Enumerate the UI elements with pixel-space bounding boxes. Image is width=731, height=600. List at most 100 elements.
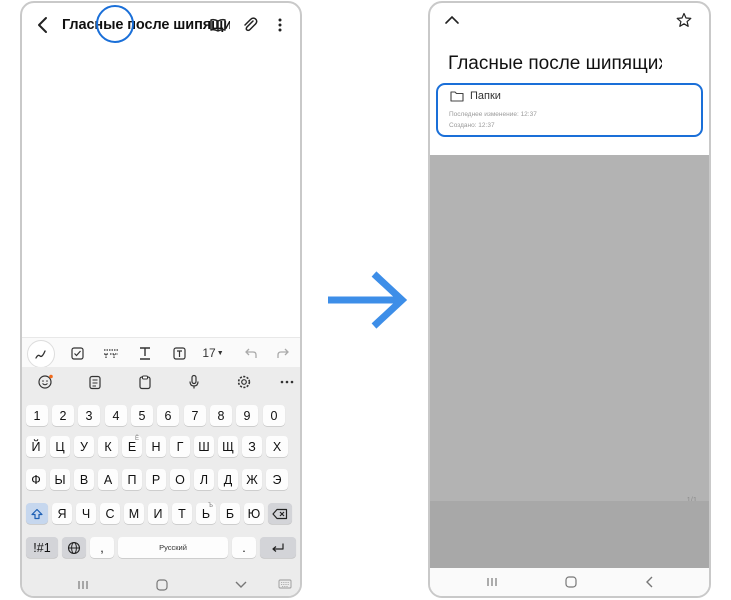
key-л[interactable]: Л	[194, 469, 214, 490]
key-ю[interactable]: Ю	[244, 503, 264, 524]
key-х[interactable]: Х	[266, 436, 288, 457]
text-format-icon[interactable]	[134, 338, 156, 368]
key-9[interactable]: 9	[236, 405, 258, 426]
note-title[interactable]: Гласные после шипящих	[62, 17, 230, 33]
key-ш[interactable]: Ш	[194, 436, 214, 457]
key-ж[interactable]: Ж	[242, 469, 262, 490]
navigation-bar	[22, 572, 300, 596]
text-box-icon[interactable]	[168, 338, 190, 368]
globe-icon	[67, 541, 81, 554]
font-size-selector[interactable]: 17 ▼	[198, 338, 228, 368]
key-ы[interactable]: Ы	[50, 469, 70, 490]
shift-key[interactable]	[26, 503, 48, 524]
enter-key[interactable]	[260, 537, 296, 558]
home-icon[interactable]	[564, 575, 578, 589]
emoji-icon[interactable]	[34, 372, 56, 392]
mic-icon[interactable]	[183, 372, 205, 392]
created-time: Создано: 12:37	[449, 122, 495, 129]
key-р[interactable]: Р	[146, 469, 166, 490]
keyboard: 1 2 3 4 5 6 7 8 9 0 Й Ц У К ЕЁ Н Г Ш Щ З…	[22, 367, 300, 596]
key-о[interactable]: О	[170, 469, 190, 490]
checkbox-icon[interactable]	[66, 338, 88, 368]
recents-icon[interactable]	[486, 577, 498, 587]
keyboard-hide-icon[interactable]	[234, 580, 248, 590]
enter-icon	[272, 543, 284, 552]
key-7[interactable]: 7	[184, 405, 206, 426]
recents-icon[interactable]	[77, 580, 89, 590]
redo-icon[interactable]	[272, 338, 294, 368]
key-я[interactable]: Я	[52, 503, 72, 524]
clipboard-icon[interactable]	[84, 372, 106, 392]
settings-icon[interactable]	[233, 372, 255, 392]
star-icon[interactable]	[676, 12, 692, 28]
key-е[interactable]: ЕЁ	[122, 436, 142, 457]
book-icon[interactable]	[208, 15, 228, 35]
key-м[interactable]: М	[124, 503, 144, 524]
key-0[interactable]: 0	[263, 405, 285, 426]
key-ъ-hint: Ъ	[208, 503, 213, 509]
key-4[interactable]: 4	[105, 405, 127, 426]
comma-key[interactable]: ,	[90, 537, 114, 558]
keyboard-paste-icon[interactable]	[134, 372, 156, 392]
modified-time: Последнее изменение: 12:37	[449, 111, 537, 118]
key-2[interactable]: 2	[52, 405, 74, 426]
home-icon[interactable]	[155, 578, 169, 592]
key-т[interactable]: Т	[172, 503, 192, 524]
shift-icon	[31, 508, 43, 519]
transition-arrow-icon	[328, 271, 408, 329]
key-г[interactable]: Г	[170, 436, 190, 457]
period-key[interactable]: .	[232, 537, 256, 558]
symbols-key[interactable]: !#1	[26, 537, 58, 558]
chevron-up-icon[interactable]	[444, 14, 460, 26]
key-с[interactable]: С	[100, 503, 120, 524]
key-ф[interactable]: Ф	[26, 469, 46, 490]
key-ч[interactable]: Ч	[76, 503, 96, 524]
note-body[interactable]	[22, 47, 300, 337]
folder-icon	[450, 91, 464, 102]
undo-icon[interactable]	[240, 338, 262, 368]
key-ё-hint: Ё	[134, 436, 139, 442]
folder-info-highlight: Папки Последнее изменение: 12:37 Создано…	[436, 83, 703, 137]
more-horiz-icon[interactable]	[276, 372, 298, 392]
key-3[interactable]: 3	[78, 405, 100, 426]
key-и[interactable]: И	[148, 503, 168, 524]
key-й[interactable]: Й	[26, 436, 46, 457]
pen-icon[interactable]	[27, 340, 55, 368]
key-н[interactable]: Н	[146, 436, 166, 457]
key-ц[interactable]: Ц	[50, 436, 70, 457]
format-toolbar: 17 ▼	[22, 337, 300, 368]
right-phone-screen: Гласные после шипящих Папки Последнее из…	[428, 1, 711, 598]
details-header	[430, 3, 709, 43]
key-з[interactable]: З	[242, 436, 262, 457]
paperclip-icon[interactable]	[240, 15, 260, 35]
key-в[interactable]: В	[74, 469, 94, 490]
language-key[interactable]	[62, 537, 86, 558]
backspace-key[interactable]	[268, 503, 292, 524]
key-п[interactable]: П	[122, 469, 142, 490]
back-nav-icon[interactable]	[644, 575, 656, 589]
key-5[interactable]: 5	[131, 405, 153, 426]
font-size-value: 17	[202, 346, 216, 360]
key-8[interactable]: 8	[210, 405, 232, 426]
text-style-icon[interactable]	[100, 338, 122, 368]
dimmed-lower-area	[430, 501, 709, 571]
key-1[interactable]: 1	[26, 405, 48, 426]
key-б[interactable]: Б	[220, 503, 240, 524]
folder-label[interactable]: Папки	[470, 90, 501, 102]
more-vert-icon[interactable]	[270, 15, 290, 35]
keyboard-icon[interactable]	[278, 578, 292, 590]
key-ь[interactable]: ЬЪ	[196, 503, 216, 524]
back-icon[interactable]	[34, 14, 52, 36]
navigation-bar-right	[430, 568, 709, 596]
key-6[interactable]: 6	[157, 405, 179, 426]
space-key[interactable]: Русский	[118, 537, 228, 558]
key-к[interactable]: К	[98, 436, 118, 457]
key-э[interactable]: Э	[266, 469, 288, 490]
key-д[interactable]: Д	[218, 469, 238, 490]
left-phone-screen: Гласные после шипящих 17 ▼ 1 2 3 4 5 6 7…	[20, 1, 302, 598]
key-у[interactable]: У	[74, 436, 94, 457]
backspace-icon	[272, 508, 288, 519]
key-а[interactable]: А	[98, 469, 118, 490]
key-щ[interactable]: Щ	[218, 436, 238, 457]
note-title-display[interactable]: Гласные после шипящих	[448, 53, 662, 75]
